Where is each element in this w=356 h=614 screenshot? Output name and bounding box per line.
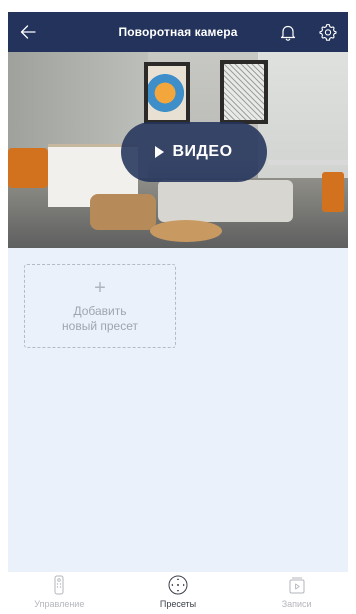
add-preset-label: Добавить новый пресет	[62, 304, 138, 334]
top-bar: Поворотная камера	[8, 12, 348, 52]
preview-image-table	[90, 194, 156, 230]
nav-label-presets: Пресеты	[159, 599, 197, 609]
preview-image-table	[268, 160, 348, 165]
remote-control-icon	[54, 575, 64, 595]
add-preset-button[interactable]: + Добавить новый пресет	[24, 264, 176, 348]
preview-image-pouf	[150, 220, 222, 242]
presets-panel: + Добавить новый пресет	[8, 248, 348, 572]
camera-preview[interactable]: ВИДЕО	[8, 52, 348, 248]
add-preset-label-line2: новый пресет	[62, 319, 138, 333]
arrow-left-icon	[20, 25, 36, 39]
preview-image-sofa	[158, 180, 293, 222]
back-button[interactable]	[8, 12, 48, 52]
add-preset-label-line1: Добавить	[73, 304, 127, 318]
nav-label-recordings: Записи	[281, 599, 312, 609]
settings-button[interactable]	[308, 12, 348, 52]
nav-item-recordings[interactable]: Записи	[238, 572, 356, 614]
recordings-icon	[289, 577, 305, 594]
video-button-label: ВИДЕО	[172, 143, 233, 160]
preview-image-chair	[322, 172, 344, 212]
preview-image-chair	[8, 148, 48, 188]
nav-label-control: Управление	[34, 599, 85, 609]
gear-icon	[319, 23, 337, 41]
notifications-button[interactable]	[268, 12, 308, 52]
presets-dial-icon	[168, 575, 188, 595]
preview-image-painting	[144, 62, 190, 124]
plus-icon: +	[94, 277, 106, 299]
play-icon	[155, 146, 165, 158]
bell-icon	[280, 25, 296, 41]
camera-screen: Поворотная камера ВИДЕО + Добавить новый…	[0, 0, 356, 614]
nav-item-presets[interactable]: Пресеты	[119, 572, 237, 614]
nav-item-control[interactable]: Управление	[0, 572, 118, 614]
video-button[interactable]: ВИДЕО	[121, 122, 267, 182]
preview-image-painting	[220, 60, 268, 124]
bottom-navigation: Управление Пресеты Записи	[0, 572, 356, 614]
